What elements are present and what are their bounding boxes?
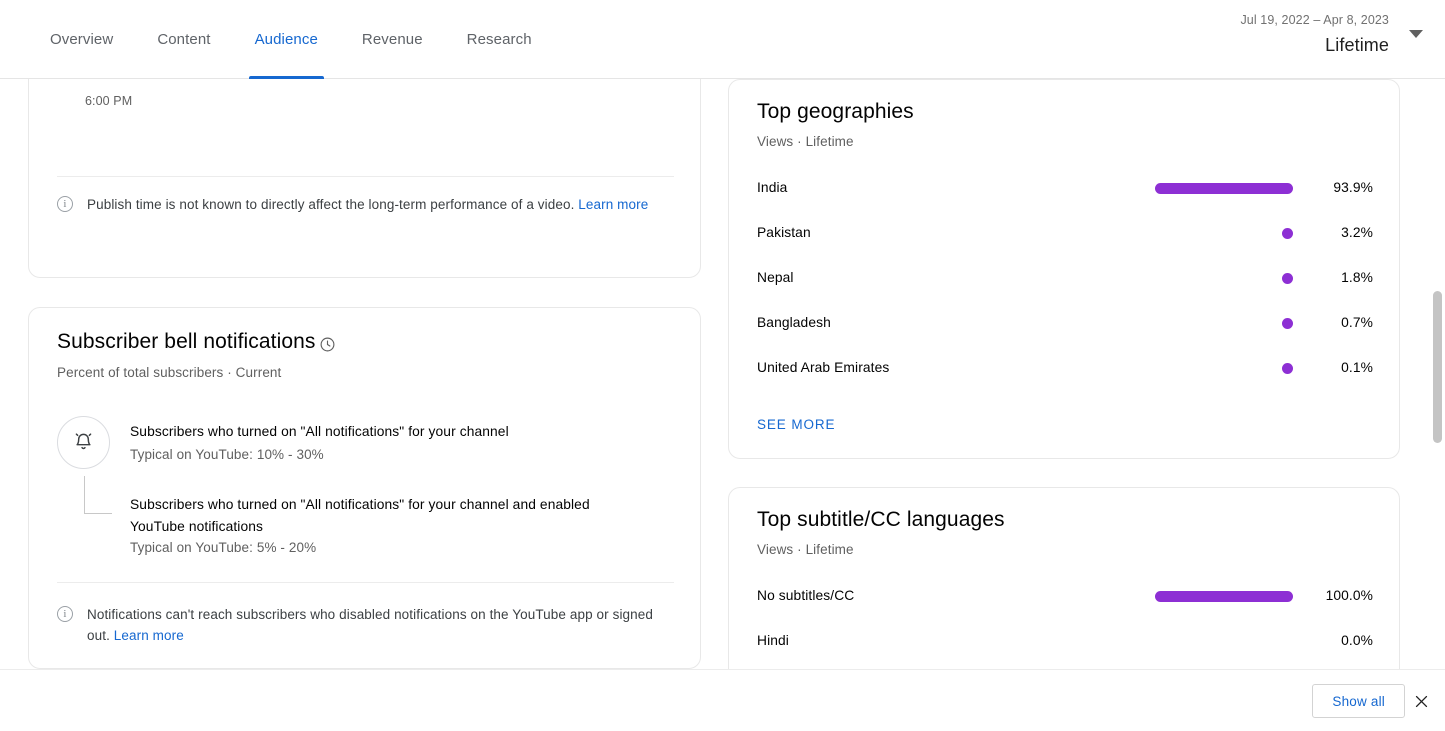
metric-value: 3.2%: [1301, 225, 1373, 240]
metric-label: Nepal: [757, 270, 794, 285]
metric-label: Bangladesh: [757, 315, 831, 330]
notification-typical: Typical on YouTube: 5% - 20%: [130, 540, 316, 555]
bell-icon: [71, 430, 96, 455]
metric-bar-track: [1013, 183, 1293, 194]
notification-label: Subscribers who turned on "All notificat…: [130, 494, 590, 538]
geographies-subtitle: Views · Lifetime: [757, 134, 854, 149]
metric-value: 0.7%: [1301, 315, 1373, 330]
notification-label: Subscribers who turned on "All notificat…: [130, 421, 560, 443]
notification-count: (72): [0, 494, 1, 509]
metric-label: Hindi: [757, 633, 789, 648]
publish-time-info-text: Publish time is not known to directly af…: [87, 194, 648, 215]
tree-connector: [84, 476, 112, 514]
bottom-action-bar: Show all: [0, 669, 1445, 731]
bell-icon-circle: [57, 416, 110, 469]
metric-bar: [1282, 273, 1293, 284]
chevron-down-icon[interactable]: [1409, 30, 1423, 38]
clock-icon[interactable]: [319, 336, 336, 353]
date-range-preset: Lifetime: [1240, 36, 1389, 54]
subscriber-bell-notifications-card: Subscriber bell notifications Percent of…: [28, 307, 701, 669]
info-icon: i: [57, 196, 73, 212]
tab-audience[interactable]: Audience: [233, 0, 340, 79]
metric-value: 1.8%: [1301, 270, 1373, 285]
date-range-selector[interactable]: Jul 19, 2022 – Apr 8, 2023 Lifetime: [1240, 14, 1389, 54]
bell-info-note: i Notifications can't reach subscribers …: [57, 604, 672, 646]
metric-value: 100.0%: [1301, 588, 1373, 603]
metric-row[interactable]: Pakistan 3.2%: [729, 212, 1401, 257]
metric-value: 0.0%: [1301, 633, 1373, 648]
metric-row[interactable]: Nepal 1.8%: [729, 257, 1401, 302]
metric-bar-track: [1013, 591, 1293, 602]
metric-label: No subtitles/CC: [757, 588, 854, 603]
metric-value: 93.9%: [1301, 180, 1373, 195]
analytics-tabs: OverviewContentAudienceRevenueResearch: [28, 0, 554, 79]
bell-card-subtitle: Percent of total subscribers · Current: [57, 365, 281, 380]
page-scrollbar[interactable]: [1430, 79, 1445, 669]
metric-bar-track: [1013, 273, 1293, 284]
divider: [57, 582, 674, 583]
metric-row[interactable]: Bangladesh 0.7%: [729, 302, 1401, 347]
heatmap-y-axis-label: 6:00 PM: [85, 94, 132, 108]
metric-value: 0.1%: [1301, 360, 1373, 375]
tab-revenue[interactable]: Revenue: [340, 0, 445, 79]
metric-bar: [1282, 363, 1293, 374]
metric-row[interactable]: India 93.9%: [729, 167, 1401, 212]
metric-label: United Arab Emirates: [757, 360, 889, 375]
metric-bar-track: [1013, 363, 1293, 374]
analytics-page: 6:00 PM i Publish time is not known to d…: [0, 0, 1445, 731]
notification-count: (120): [0, 421, 1, 436]
publish-time-learn-more-link[interactable]: Learn more: [578, 197, 648, 212]
metric-bar-track: [1013, 228, 1293, 239]
notification-value: 0% (72): [0, 494, 1, 509]
tab-content[interactable]: Content: [135, 0, 232, 79]
metric-label: Pakistan: [757, 225, 811, 240]
metric-bar-track: [1013, 636, 1293, 647]
notification-value: 0% (120): [0, 421, 1, 436]
metric-row[interactable]: No subtitles/CC 100.0%: [729, 575, 1401, 620]
metric-bar: [1282, 318, 1293, 329]
languages-title: Top subtitle/CC languages: [757, 508, 1005, 532]
tab-research[interactable]: Research: [445, 0, 554, 79]
metric-bar: [1155, 591, 1293, 602]
divider: [57, 176, 674, 177]
geographies-see-more-link[interactable]: SEE MORE: [757, 417, 835, 432]
publish-time-info-note: i Publish time is not known to directly …: [57, 194, 677, 215]
bell-info-text: Notifications can't reach subscribers wh…: [87, 604, 672, 646]
languages-subtitle: Views · Lifetime: [757, 542, 854, 557]
analytics-header: OverviewContentAudienceRevenueResearch J…: [0, 0, 1445, 79]
notification-typical: Typical on YouTube: 10% - 30%: [130, 447, 324, 462]
metric-bar-track: [1013, 318, 1293, 329]
geographies-title: Top geographies: [757, 100, 914, 124]
bell-card-title: Subscriber bell notifications: [57, 330, 316, 354]
info-icon: i: [57, 606, 73, 622]
metric-bar: [1155, 183, 1293, 194]
bell-learn-more-link[interactable]: Learn more: [114, 628, 184, 643]
close-icon[interactable]: [1407, 687, 1435, 715]
show-all-button[interactable]: Show all: [1312, 684, 1405, 718]
top-geographies-card: Top geographies Views · Lifetime India 93…: [728, 79, 1400, 459]
metric-row[interactable]: Hindi 0.0%: [729, 620, 1401, 665]
tab-overview[interactable]: Overview: [28, 0, 135, 79]
metric-label: India: [757, 180, 787, 195]
metric-bar: [1282, 228, 1293, 239]
date-range-value: Jul 19, 2022 – Apr 8, 2023: [1240, 14, 1389, 27]
metric-row[interactable]: United Arab Emirates 0.1%: [729, 347, 1401, 392]
scrollbar-thumb[interactable]: [1433, 291, 1442, 443]
